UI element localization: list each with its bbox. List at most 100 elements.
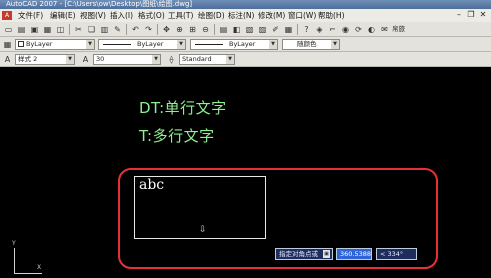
toolbar-separator [297, 24, 298, 35]
new-file-icon[interactable]: ▭ [3, 24, 14, 35]
height-combo-value: 30 [96, 55, 105, 63]
chevron-down-icon[interactable]: ▼ [331, 40, 339, 49]
zoom-previous-icon[interactable]: ⊖ [200, 24, 211, 35]
ucs-icon: Y X [4, 240, 44, 276]
tool-palettes-icon[interactable]: ▧ [244, 24, 255, 35]
help-icon[interactable]: ? [301, 24, 312, 35]
font-combo-value: Standard [182, 55, 212, 63]
zoom-realtime-icon[interactable]: ⊕ [174, 24, 185, 35]
ucs-x-axis [14, 273, 42, 274]
toolbar-separator [69, 24, 70, 35]
styles-toolbar: A 样式 2 ▼ A 30 ▼ ⟠ Standard ▼ [0, 52, 491, 67]
window-title: AutoCAD 2007 - [C:\Users\ow\Desktop\图纸\绘… [6, 0, 193, 8]
paste-icon[interactable]: ▥ [99, 24, 110, 35]
angle-input[interactable]: < 334° [376, 248, 417, 260]
orbit-icon[interactable]: ⟳ [353, 24, 364, 35]
redo-icon[interactable]: ↷ [143, 24, 154, 35]
mtext-boundary[interactable]: abc ⇩ [134, 176, 266, 239]
restore-icon[interactable]: ❐ [466, 10, 476, 20]
cut-icon[interactable]: ✂ [73, 24, 84, 35]
distance-input[interactable]: 360.5388 [336, 248, 372, 260]
layer-combo[interactable]: ByLayer ▼ [15, 39, 95, 50]
undo-icon[interactable]: ↶ [130, 24, 141, 35]
mtext-content: abc [139, 177, 165, 193]
window-title-bar: AutoCAD 2007 - [C:\Users\ow\Desktop\图纸\绘… [0, 0, 491, 9]
font-icon[interactable]: ⟠ [166, 54, 177, 65]
chevron-down-icon[interactable]: ▼ [226, 55, 234, 64]
view-icon[interactable]: ◉ [340, 24, 351, 35]
menu-help[interactable]: 帮助(H) [318, 9, 345, 22]
toolbar-separator [126, 24, 127, 35]
layer-manager-icon[interactable]: ◈ [314, 24, 325, 35]
layer-combo-value: ByLayer [26, 40, 53, 48]
style-combo-value: 样式 2 [18, 55, 38, 63]
design-center-icon[interactable]: ◧ [231, 24, 242, 35]
zoom-window-icon[interactable]: ⊞ [187, 24, 198, 35]
save-icon[interactable]: ▣ [29, 24, 40, 35]
text-height-icon[interactable]: A [80, 54, 91, 65]
lineweight-combo[interactable]: ByLayer ▼ [190, 39, 278, 50]
style-combo[interactable]: 样式 2 ▼ [15, 54, 75, 65]
app-menu-icon[interactable]: A [2, 11, 12, 20]
close-icon[interactable]: ✕ [478, 10, 488, 20]
font-combo[interactable]: Standard ▼ [179, 54, 235, 65]
ucs-y-label: Y [12, 240, 16, 247]
ucs-icon[interactable]: ⌐ [327, 24, 338, 35]
properties-icon[interactable]: ▤ [218, 24, 229, 35]
menu-insert[interactable]: 插入(I) [110, 9, 133, 22]
color-swatch-icon [18, 41, 24, 47]
layer-state-icon[interactable]: ▦ [2, 39, 13, 50]
share-icon[interactable]: ✉ [379, 24, 390, 35]
height-combo[interactable]: 30 ▼ [93, 54, 161, 65]
color-combo-value: 随颜色 [297, 40, 317, 48]
menu-edit[interactable]: 编辑(E) [50, 9, 76, 22]
annotation-dt: DT:单行文字 [139, 99, 227, 117]
dynamic-input-prompt: 指定对角点或 ▣ [275, 248, 333, 260]
plot-preview-icon[interactable]: ◫ [55, 24, 66, 35]
linetype-sample [103, 44, 131, 45]
quickcalc-icon[interactable]: ▦ [283, 24, 294, 35]
toolbar-separator [157, 24, 158, 35]
sheet-set-icon[interactable]: ▨ [257, 24, 268, 35]
copy-icon[interactable]: ❏ [86, 24, 97, 35]
toolbar-separator [214, 24, 215, 35]
match-properties-icon[interactable]: ✎ [112, 24, 123, 35]
color-combo[interactable]: 随颜色 ▼ [282, 39, 340, 50]
minimize-icon[interactable]: – [454, 10, 464, 20]
menu-format[interactable]: 格式(O) [138, 9, 165, 22]
chevron-down-icon[interactable]: ▼ [177, 40, 185, 49]
pan-icon[interactable]: ✥ [161, 24, 172, 35]
menu-window[interactable]: 窗口(W) [288, 9, 316, 22]
chevron-down-icon[interactable]: ▼ [66, 55, 74, 64]
annotation-t: T:多行文字 [139, 127, 215, 145]
properties-toolbar: ▦ ByLayer ▼ ByLayer ▼ ByLayer ▼ 随颜色 ▼ [0, 37, 491, 52]
share-label[interactable]: 帛旅 [392, 24, 405, 35]
chevron-down-icon[interactable]: ▼ [86, 40, 94, 49]
options-icon[interactable]: ▣ [323, 250, 330, 258]
crosshair-cursor-icon: ⇩ [199, 225, 207, 235]
text-style-icon[interactable]: A [2, 54, 13, 65]
standard-toolbar: ▭ ▤ ▣ ▦ ◫ ✂ ❏ ▥ ✎ ↶ ↷ ✥ ⊕ ⊞ ⊖ ▤ ◧ ▧ ▨ ✐ … [0, 22, 491, 37]
menu-bar: A 文件(F) 编辑(E) 视图(V) 插入(I) 格式(O) 工具(T) 绘图… [0, 9, 491, 22]
chevron-down-icon[interactable]: ▼ [152, 55, 160, 64]
menu-dimension[interactable]: 标注(N) [228, 9, 254, 22]
markup-icon[interactable]: ✐ [270, 24, 281, 35]
open-file-icon[interactable]: ▤ [16, 24, 27, 35]
menu-modify[interactable]: 修改(M) [258, 9, 285, 22]
ucs-y-axis [14, 248, 15, 274]
menu-tools[interactable]: 工具(T) [168, 9, 193, 22]
render-icon[interactable]: ◐ [366, 24, 377, 35]
print-icon[interactable]: ▦ [42, 24, 53, 35]
ucs-x-label: X [37, 264, 42, 271]
distance-value: 360.5388 [340, 250, 372, 258]
linetype-combo[interactable]: ByLayer ▼ [98, 39, 186, 50]
menu-view[interactable]: 视图(V) [80, 9, 106, 22]
menu-draw[interactable]: 绘图(D) [198, 9, 225, 22]
linetype-combo-value: ByLayer [137, 40, 164, 48]
angle-value: < 334° [380, 250, 404, 258]
lineweight-combo-value: ByLayer [229, 40, 256, 48]
menu-file[interactable]: 文件(F) [18, 9, 43, 22]
lineweight-sample [195, 44, 223, 45]
prompt-text: 指定对角点或 [279, 250, 318, 258]
chevron-down-icon[interactable]: ▼ [269, 40, 277, 49]
